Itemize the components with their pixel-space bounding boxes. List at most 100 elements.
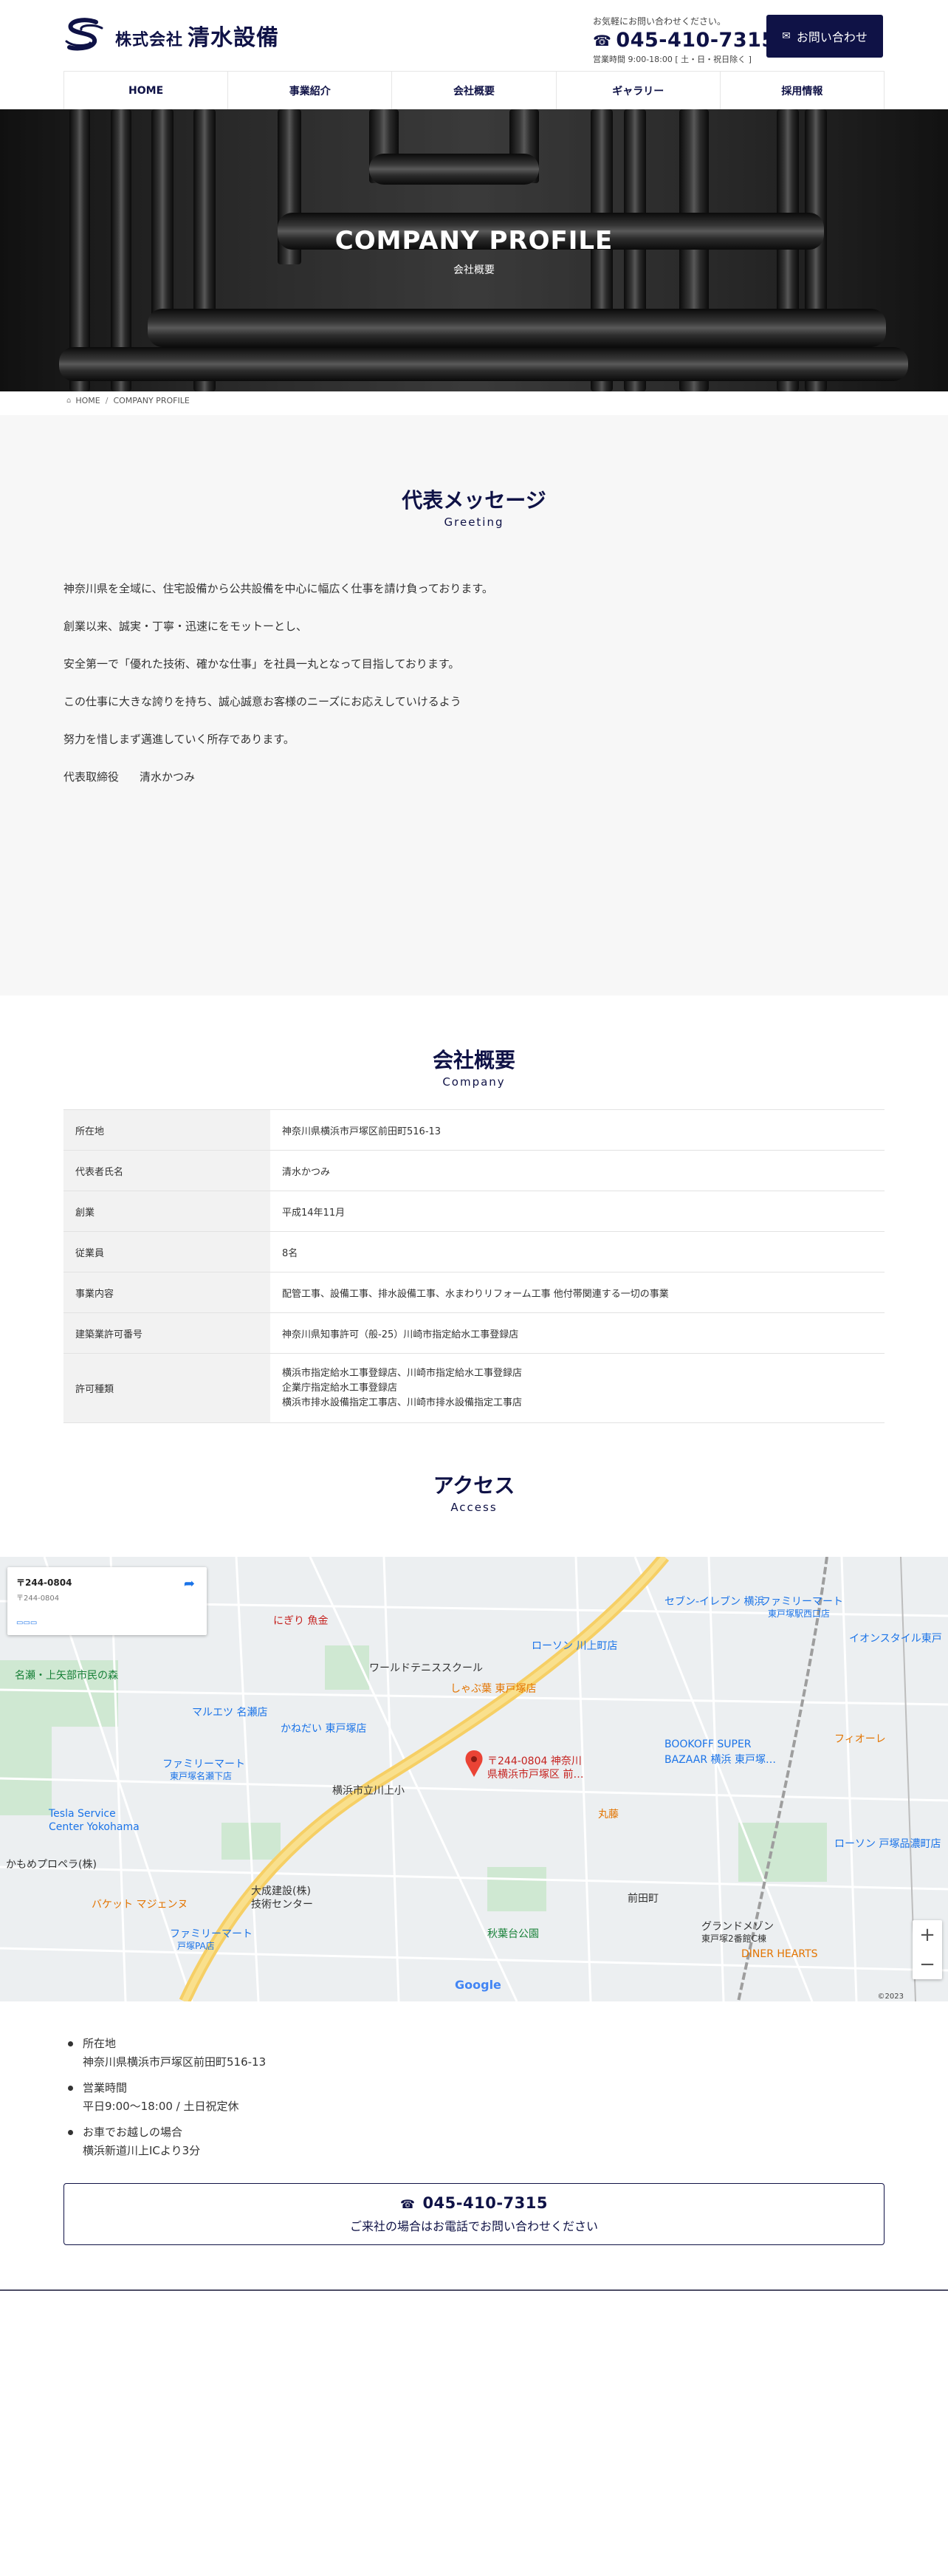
table-row: 建築業許可番号 神奈川県知事許可（般-25）川崎市指定給水工事登録店 <box>63 1312 885 1354</box>
footer-divider <box>0 2289 948 2291</box>
map-poi: Tesla Service <box>49 1808 116 1820</box>
access-subtitle: Access <box>450 1501 498 1514</box>
hero-banner: COMPANY PROFILE 会社概要 <box>0 109 948 391</box>
map-pin-label: 県横浜市戸塚区 前… <box>487 1769 584 1781</box>
signature-role: 代表取締役 <box>63 770 120 784</box>
zoom-out-button[interactable]: − <box>913 1950 942 1979</box>
map-attribution: ©2023 <box>877 1993 904 2001</box>
map-card-address: 〒244-0804 <box>16 1578 72 1588</box>
table-key: 創業 <box>63 1191 270 1232</box>
table-value: 神奈川県横浜市戸塚区前田町516-13 <box>270 1109 885 1151</box>
nav-item-gallery[interactable]: ギャラリー <box>555 72 720 109</box>
signature-name: 清水かつみ <box>140 770 196 784</box>
greeting-message: 神奈川県を全域に、住宅設備から公共設備を中心に幅広く仕事を請け負っております。 … <box>63 580 885 806</box>
logo-mark-icon <box>65 18 103 51</box>
logo-prefix: 株式会社 <box>115 30 184 49</box>
map-poi: ファミリーマート <box>162 1758 245 1770</box>
greeting-line: 努力を惜しまず邁進していく所存であります。 <box>63 733 295 746</box>
license-line: 企業庁指定給水工事登録店 <box>282 1382 398 1394</box>
license-line: 横浜市排水設備指定工事店、川崎市排水設備指定工事店 <box>282 1397 523 1408</box>
map-poi: かねだい 東戸塚店 <box>281 1723 367 1735</box>
table-row: 事業内容 配管工事、設備工事、排水設備工事、水まわりリフォーム工事 他付帯関連す… <box>63 1272 885 1313</box>
map-poi: 丸藤 <box>598 1809 619 1820</box>
map-poi: BAZAAR 横浜 東戸塚… <box>664 1754 776 1766</box>
table-value: 清水かつみ <box>270 1150 885 1191</box>
table-value: 平成14年11月 <box>270 1191 885 1232</box>
company-subtitle: Company <box>442 1075 506 1089</box>
phone-icon: ☎ <box>400 2197 416 2211</box>
map-poi: かもめプロペラ(株) <box>6 1859 97 1871</box>
table-key: 従業員 <box>63 1231 270 1272</box>
header-phone-link[interactable]: ☎ 045-410-7315 <box>593 29 776 52</box>
map-poi: 技術センター <box>251 1899 313 1911</box>
company-logo[interactable]: 株式会社 清水設備 <box>63 18 279 53</box>
table-value: 横浜市指定給水工事登録店、川崎市指定給水工事登録店 企業庁指定給水工事登録店 横… <box>270 1353 885 1423</box>
table-value: 神奈川県知事許可（般-25）川崎市指定給水工事登録店 <box>270 1312 885 1354</box>
directions-icon[interactable]: ➦ <box>184 1576 195 1592</box>
map-poi: 前田町 <box>628 1893 659 1905</box>
greeting-line: 神奈川県を全域に、住宅設備から公共設備を中心に幅広く仕事を請け負っております。 <box>63 582 493 595</box>
map-poi: グランドメゾン <box>701 1921 774 1933</box>
map-poi: 東戸塚2番館C棟 <box>701 1933 767 1944</box>
inquiry-button[interactable]: ✉ お問い合わせ <box>766 15 883 58</box>
company-title: 会社概要 <box>432 1048 515 1072</box>
table-value: 8名 <box>270 1231 885 1272</box>
home-icon: ⌂ <box>66 397 72 405</box>
nav-item-home[interactable]: HOME <box>63 72 227 109</box>
zoom-in-button[interactable]: + <box>913 1920 942 1950</box>
global-nav: HOME 事業紹介 会社概要 ギャラリー 採用情報 <box>63 71 885 109</box>
map-poi: 横浜市立川上小 <box>332 1785 405 1797</box>
google-map[interactable]: 〒244-0804 神奈川 県横浜市戸塚区 前… ファミリーマート 東戸塚駅西口… <box>0 1557 948 2001</box>
map-poi: 秋葉台公園 <box>487 1928 539 1940</box>
table-key: 建築業許可番号 <box>63 1312 270 1354</box>
table-key: 代表者氏名 <box>63 1150 270 1191</box>
nav-item-business[interactable]: 事業紹介 <box>227 72 391 109</box>
table-row: 許可種類 横浜市指定給水工事登録店、川崎市指定給水工事登録店 企業庁指定給水工事… <box>63 1353 885 1423</box>
map-poi: バケット マジェンヌ <box>92 1899 188 1911</box>
table-key: 事業内容 <box>63 1272 270 1313</box>
map-poi: 東戸塚駅西口店 <box>768 1609 831 1619</box>
access-phone: ☎ 045-410-7315 <box>64 2194 884 2212</box>
table-row: 従業員 8名 <box>63 1231 885 1272</box>
map-poi: ワールドテニススクール <box>369 1662 483 1674</box>
map-poi: ローソン 川上町店 <box>532 1640 618 1652</box>
access-phone-caption: ご来社の場合はお電話でお問い合わせください <box>349 2219 598 2233</box>
map-card-address-detail: 〒244-0804 <box>16 1594 60 1603</box>
map-poi: しゃぶ葉 東戸塚店 <box>450 1683 537 1695</box>
table-row: 創業 平成14年11月 <box>63 1191 885 1232</box>
map-poi: 大成建設(株) <box>251 1885 311 1897</box>
greeting-line: 創業以来、誠実・丁寧・迅速にをモットーとし、 <box>63 620 308 633</box>
hero-subtitle: 会社概要 <box>453 264 495 276</box>
map-poi: にぎり 魚金 <box>273 1615 329 1627</box>
logo-name: 清水設備 <box>188 25 280 51</box>
header-phone-number: 045-410-7315 <box>616 29 776 52</box>
nav-item-recruit[interactable]: 採用情報 <box>719 72 885 109</box>
nav-item-company[interactable]: 会社概要 <box>391 72 555 109</box>
contact-note: お気軽にお問い合わせください。 <box>593 16 727 27</box>
company-table: 所在地 神奈川県横浜市戸塚区前田町516-13 代表者氏名 清水かつみ 創業 平… <box>63 1109 885 1423</box>
map-poi: Center Yokohama <box>49 1821 140 1833</box>
access-item-value: 神奈川県横浜市戸塚区前田町516-13 <box>83 2055 267 2069</box>
list-item: 所在地 神奈川県横浜市戸塚区前田町516-13 <box>63 2035 885 2072</box>
breadcrumb-home[interactable]: HOME <box>75 396 100 405</box>
access-phone-button[interactable]: ☎ 045-410-7315 ご来社の場合はお電話でお問い合わせください <box>63 2183 885 2245</box>
google-logo: Google <box>455 1978 501 1992</box>
map-info-card: 〒244-0804 〒244-0804 ▭▭▭ ➦ <box>7 1567 207 1635</box>
license-line: 横浜市指定給水工事登録店、川崎市指定給水工事登録店 <box>282 1367 523 1379</box>
table-key: 許可種類 <box>63 1353 270 1423</box>
table-row: 代表者氏名 清水かつみ <box>63 1150 885 1191</box>
site-header: 株式会社 清水設備 お気軽にお問い合わせください。 ☎ 045-410-7315 … <box>0 0 948 71</box>
greeting-subtitle: Greeting <box>444 515 504 529</box>
map-larger-link[interactable]: ▭▭▭ <box>16 1619 198 1627</box>
breadcrumb-separator: / <box>105 396 109 405</box>
access-item-value: 横浜新道川上ICより3分 <box>83 2144 201 2157</box>
greeting-signature: 代表取締役 清水かつみ <box>63 769 885 806</box>
map-zoom-control: + − <box>913 1920 942 1979</box>
table-key: 所在地 <box>63 1109 270 1151</box>
access-phone-number: 045-410-7315 <box>422 2194 548 2212</box>
breadcrumb-current: COMPANY PROFILE <box>113 396 190 405</box>
header-contact: お気軽にお問い合わせください。 ☎ 045-410-7315 営業時間 9:00… <box>593 15 776 65</box>
access-item-value: 平日9:00〜18:00 / 土日祝定休 <box>83 2100 239 2113</box>
access-item-label: 営業時間 <box>83 2081 128 2094</box>
logo-text: 株式会社 清水設備 <box>115 19 279 52</box>
